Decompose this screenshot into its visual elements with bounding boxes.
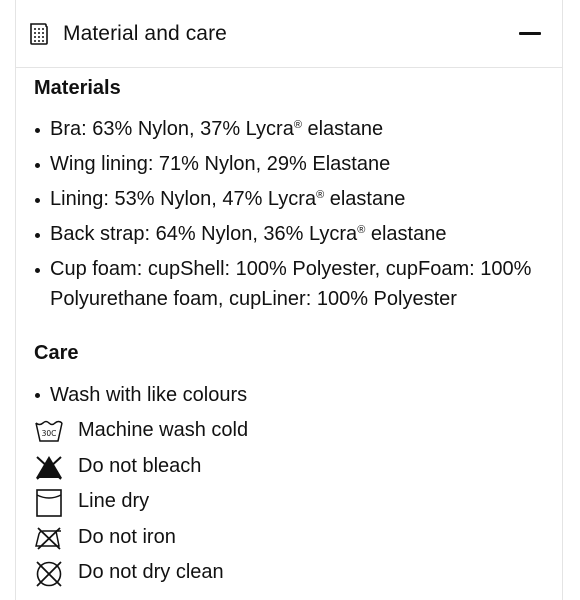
care-label: Do not dry clean [78,560,224,583]
line-dry-icon [34,488,64,517]
material-item: Wing lining: 71% Nylon, 29% Elastane [34,150,554,180]
registered-mark: ® [316,189,325,201]
materials-list: Bra: 63% Nylon, 37% Lycra® elastane Wing … [34,115,554,320]
material-text-tail: elastane [365,223,447,245]
registered-mark: ® [293,119,302,131]
material-item: Lining: 53% Nylon, 47% Lycra® elastane [34,185,554,215]
care-item-machine-wash-cold: 30C Machine wash cold [34,415,554,450]
care-label: Do not bleach [78,454,202,477]
care-item-line-dry: Line dry [34,486,554,521]
care-item-do-not-dry-clean: Do not dry clean [34,557,554,592]
material-text: Back strap: 64% Nylon, 36% Lycra [50,223,358,245]
no-iron-icon [34,524,64,552]
accordion-title: Material and care [63,22,227,45]
minus-icon[interactable] [519,32,541,35]
material-item: Back strap: 64% Nylon, 36% Lycra® elasta… [34,220,554,250]
material-text: Lining: 53% Nylon, 47% Lycra [50,188,317,210]
care-item-do-not-bleach: Do not bleach [34,451,554,486]
material-care-accordion: Material and care Materials Bra: 63% Nyl… [15,0,563,600]
material-text: Bra: 63% Nylon, 37% Lycra [50,118,294,140]
wash-30c-icon: 30C [34,417,64,445]
material-text-tail: elastane [324,188,406,210]
materials-heading: Materials [34,77,121,99]
care-list: Wash with like colours 30C Machine wash … [34,380,554,592]
accordion-header[interactable]: Material and care [16,0,562,68]
material-item: Bra: 63% Nylon, 37% Lycra® elastane [34,115,554,145]
care-label: Wash with like colours [34,384,247,406]
material-text-tail: elastane [301,118,384,140]
care-label: Line dry [78,490,150,513]
care-item-do-not-iron: Do not iron [34,522,554,557]
material-text: Wing lining: 71% Nylon, 29% Elastane [50,153,391,175]
svg-text:30C: 30C [42,429,57,438]
material-item: Cup foam: cupShell: 100% Polyester, cupF… [34,255,554,314]
no-bleach-icon [34,453,64,481]
fabric-tag-icon [29,22,49,46]
material-text: Cup foam: cupShell: 100% Polyester, cupF… [50,258,532,310]
care-label: Do not iron [78,525,176,548]
care-item-wash-like-colours: Wash with like colours [34,380,554,415]
no-dry-clean-icon [34,559,64,587]
care-heading: Care [34,342,79,364]
care-label: Machine wash cold [78,419,249,442]
